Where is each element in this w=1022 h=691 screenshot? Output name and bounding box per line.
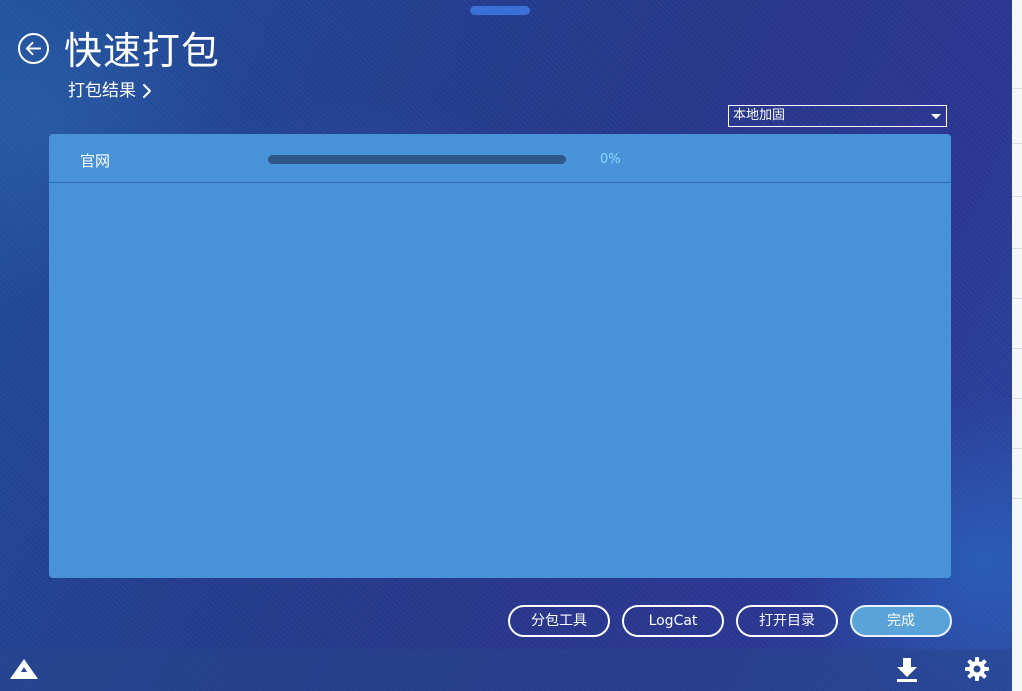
- open-directory-button[interactable]: 打开目录: [736, 605, 838, 637]
- back-button[interactable]: [18, 33, 49, 64]
- arrow-left-icon: [25, 41, 42, 56]
- channel-name: 官网: [80, 152, 111, 170]
- package-result-panel: 官网 0%: [49, 134, 951, 578]
- done-button[interactable]: 完成: [850, 605, 952, 637]
- page-title: 快速打包: [64, 29, 221, 73]
- download-icon[interactable]: [896, 657, 918, 687]
- package-row: 官网 0%: [49, 134, 951, 183]
- gear-icon[interactable]: [964, 656, 990, 686]
- breadcrumb[interactable]: 打包结果: [68, 80, 152, 102]
- dropdown-arrow-icon: [931, 114, 941, 119]
- app-logo-icon: [9, 658, 39, 684]
- progress-bar: [268, 155, 566, 164]
- progress-percent: 0%: [600, 152, 621, 167]
- chevron-right-icon: [142, 83, 152, 99]
- background-window-edge: [1012, 0, 1022, 691]
- app-window: 快速打包 打包结果 本地加固 官网 0% 分包工具 LogCat 打开目录 完成: [0, 0, 1012, 691]
- breadcrumb-label: 打包结果: [68, 81, 136, 101]
- channel-select-value: 本地加固: [733, 108, 786, 123]
- logcat-button[interactable]: LogCat: [622, 605, 724, 637]
- window-drag-handle[interactable]: [470, 6, 530, 15]
- bottom-toolbar: [0, 649, 1012, 691]
- split-tool-button[interactable]: 分包工具: [508, 605, 610, 637]
- channel-select[interactable]: 本地加固: [728, 105, 947, 127]
